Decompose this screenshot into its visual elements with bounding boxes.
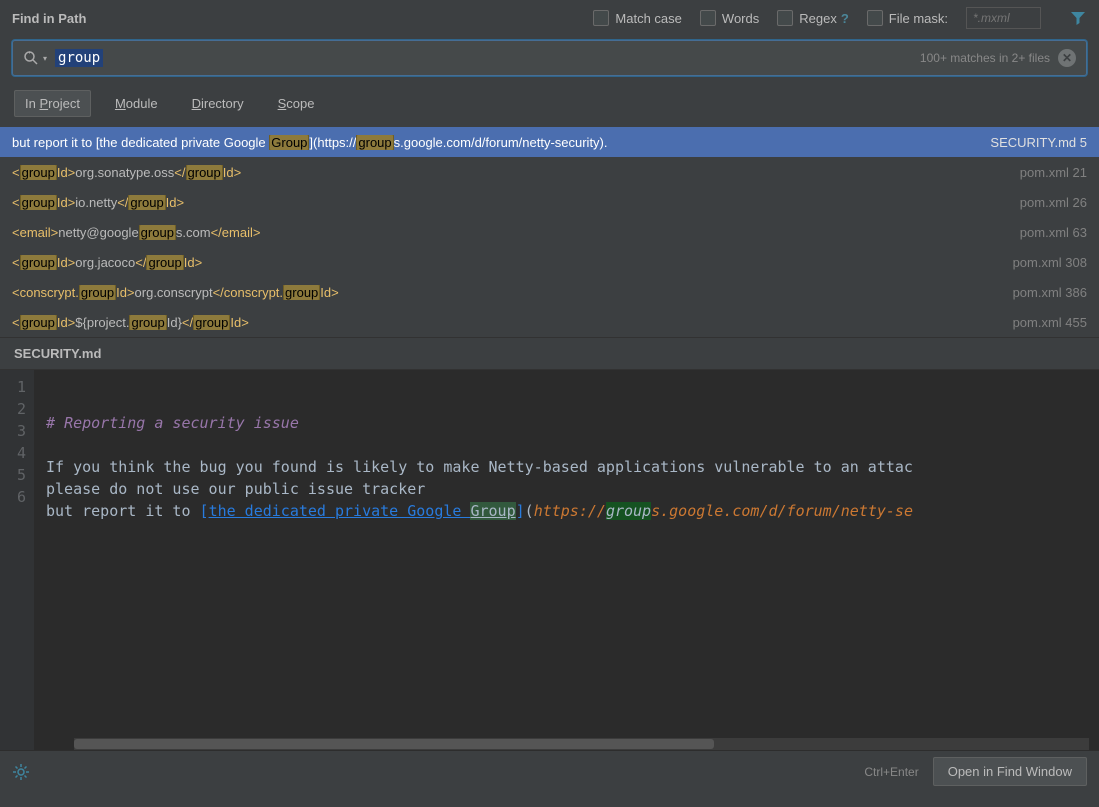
scrollbar-thumb[interactable] bbox=[74, 739, 714, 749]
horizontal-scrollbar[interactable] bbox=[74, 738, 1089, 750]
scope-tab-project[interactable]: In Project bbox=[14, 90, 91, 117]
shortcut-hint: Ctrl+Enter bbox=[864, 765, 918, 779]
open-in-find-window-button[interactable]: Open in Find Window bbox=[933, 757, 1087, 786]
regex-help-icon[interactable]: ? bbox=[841, 11, 849, 26]
result-row[interactable]: but report it to [the dedicated private … bbox=[0, 127, 1099, 157]
search-row: ▾ group 100+ matches in 2+ files ✕ bbox=[0, 36, 1099, 84]
scope-tab-module[interactable]: Module bbox=[105, 91, 168, 116]
scope-tabs: In Project Module Directory Scope bbox=[0, 84, 1099, 127]
results-list: but report it to [the dedicated private … bbox=[0, 127, 1099, 337]
search-query: group bbox=[55, 49, 103, 67]
clear-search-icon[interactable]: ✕ bbox=[1058, 49, 1076, 67]
result-row[interactable]: <groupId>io.netty</groupId>pom.xml 26 bbox=[0, 187, 1099, 217]
scope-tab-scope[interactable]: Scope bbox=[268, 91, 325, 116]
regex-checkbox[interactable]: Regex ? bbox=[777, 10, 849, 26]
file-mask-input[interactable] bbox=[966, 7, 1041, 29]
code-area[interactable]: # Reporting a security issueIf you think… bbox=[34, 370, 1099, 750]
file-mask-checkbox[interactable]: File mask: bbox=[867, 10, 948, 26]
result-row[interactable]: <email>netty@googlegroups.com</email>pom… bbox=[0, 217, 1099, 247]
search-icon bbox=[23, 50, 39, 66]
words-checkbox[interactable]: Words bbox=[700, 10, 759, 26]
filter-icon[interactable] bbox=[1069, 9, 1087, 27]
result-row[interactable]: <groupId>org.jacoco</groupId>pom.xml 308 bbox=[0, 247, 1099, 277]
match-case-checkbox[interactable]: Match case bbox=[593, 10, 681, 26]
preview-pane: 123456 # Reporting a security issueIf yo… bbox=[0, 370, 1099, 750]
gear-icon[interactable] bbox=[12, 763, 30, 781]
top-options: Match case Words Regex ? File mask: bbox=[593, 7, 1087, 29]
gutter: 123456 bbox=[0, 370, 34, 750]
preview-file-header: SECURITY.md bbox=[0, 337, 1099, 370]
result-row[interactable]: <groupId>org.sonatype.oss</groupId>pom.x… bbox=[0, 157, 1099, 187]
bottom-bar: Ctrl+Enter Open in Find Window bbox=[0, 750, 1099, 792]
title-bar: Find in Path Match case Words Regex ? Fi… bbox=[0, 0, 1099, 36]
scope-tab-directory[interactable]: Directory bbox=[182, 91, 254, 116]
match-count: 100+ matches in 2+ files bbox=[920, 51, 1050, 65]
dialog-title: Find in Path bbox=[12, 11, 86, 26]
result-row[interactable]: <groupId>${project.groupId}</groupId>pom… bbox=[0, 307, 1099, 337]
result-row[interactable]: <conscrypt.groupId>org.conscrypt</conscr… bbox=[0, 277, 1099, 307]
search-input[interactable]: ▾ group 100+ matches in 2+ files ✕ bbox=[12, 40, 1087, 76]
search-dropdown-icon[interactable]: ▾ bbox=[43, 54, 47, 63]
